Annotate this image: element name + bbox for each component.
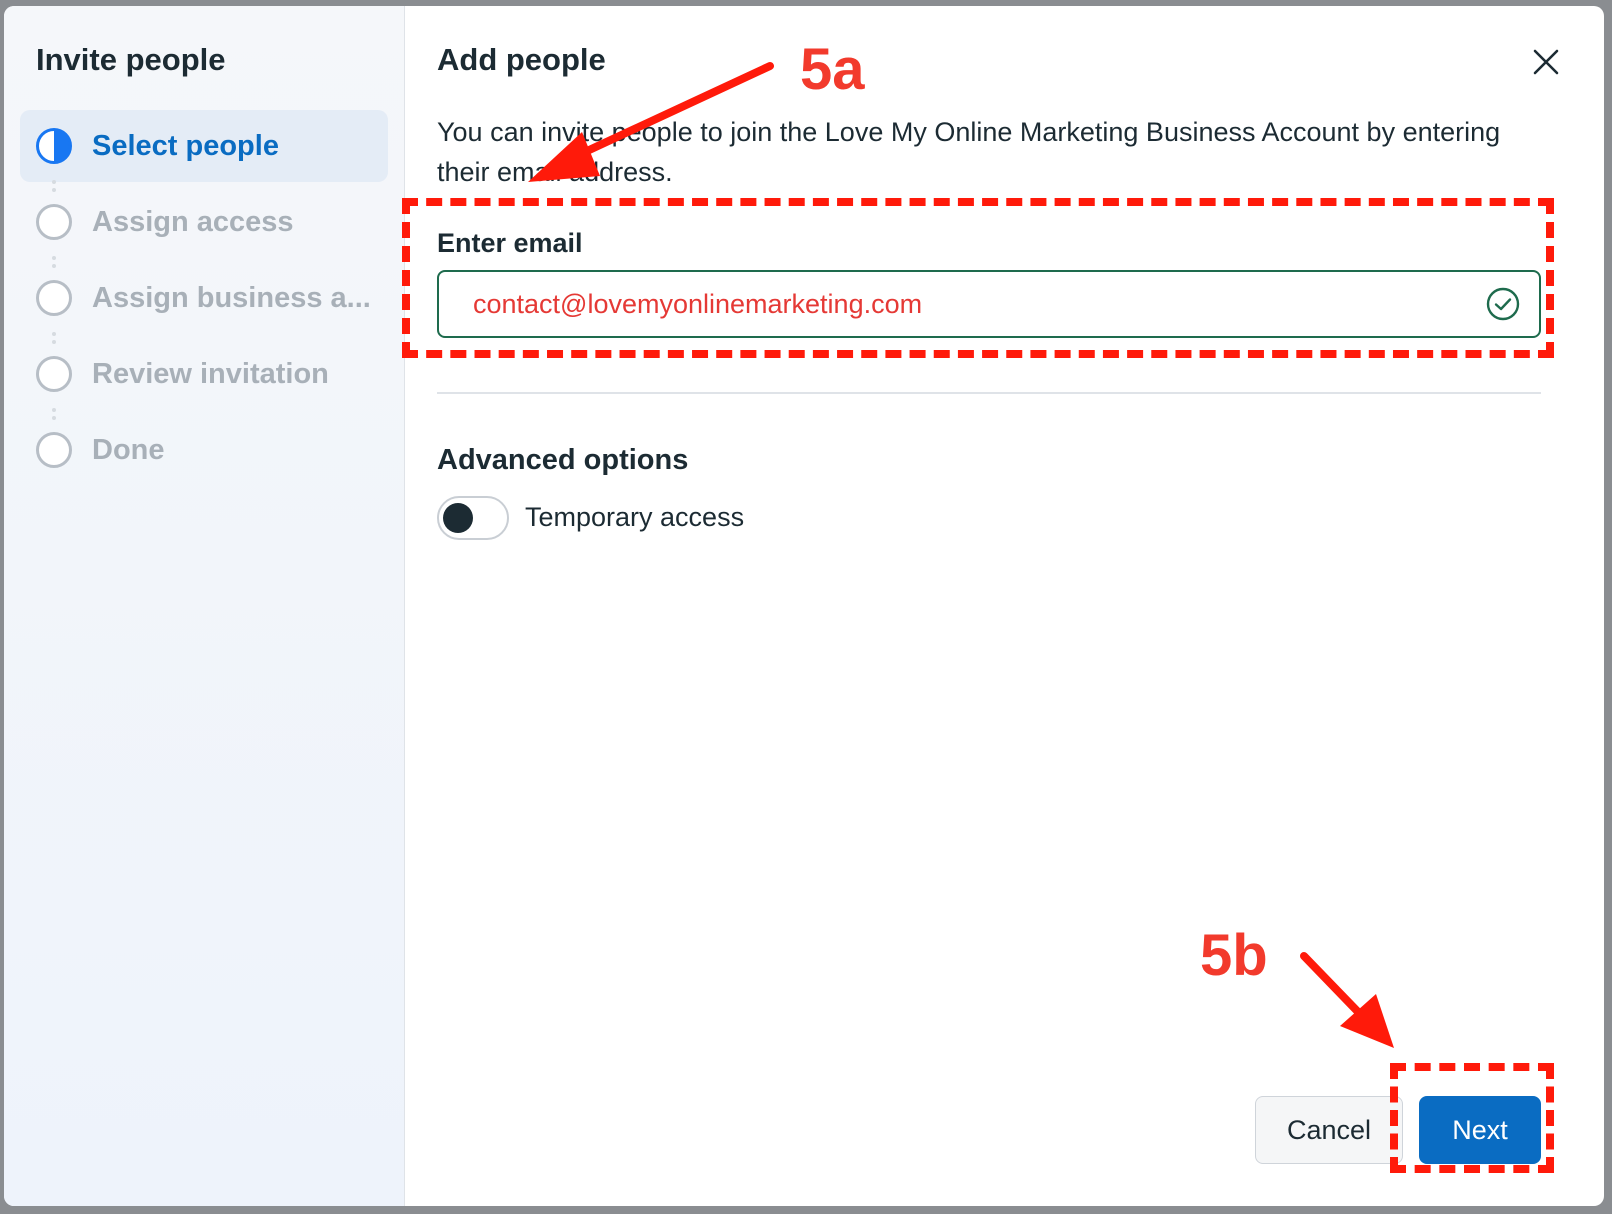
step-review-invitation[interactable]: Review invitation (20, 338, 388, 420)
next-button[interactable]: Next (1419, 1096, 1541, 1164)
invite-people-dialog: Invite people Select people Assign acces… (4, 6, 1604, 1206)
step-circle-icon (36, 280, 72, 316)
step-select-people[interactable]: Select people (20, 110, 388, 192)
main-panel: Add people You can invite people to join… (405, 6, 1604, 1206)
email-field-label: Enter email (437, 228, 583, 258)
step-circle-icon (36, 356, 72, 392)
step-label: Assign access (92, 205, 294, 238)
step-label: Review invitation (92, 357, 329, 390)
check-circle-icon (1486, 287, 1520, 321)
advanced-options-title: Advanced options (437, 444, 689, 476)
temporary-access-toggle[interactable] (437, 496, 509, 540)
cancel-button[interactable]: Cancel (1255, 1096, 1403, 1164)
annotation-label-5b: 5b (1200, 923, 1268, 988)
dialog-title: Add people (437, 42, 606, 77)
annotation-label-5a: 5a (800, 37, 865, 102)
sidebar-title: Invite people (36, 42, 226, 77)
stepper-sidebar: Invite people Select people Assign acces… (4, 6, 405, 1206)
toggle-knob (443, 503, 473, 533)
step-assign-business-assets[interactable]: Assign business a... (20, 262, 388, 344)
backdrop (0, 1206, 1612, 1214)
dialog-description: You can invite people to join the Love M… (437, 117, 1501, 187)
step-progress-icon (36, 128, 72, 164)
email-input[interactable] (471, 287, 1485, 321)
step-label: Assign business a... (92, 281, 371, 314)
close-icon (1533, 49, 1559, 75)
step-circle-icon (36, 432, 72, 468)
section-divider (437, 392, 1541, 394)
step-label: Done (92, 433, 165, 466)
step-circle-icon (36, 204, 72, 240)
step-label: Select people (92, 129, 279, 162)
step-assign-access[interactable]: Assign access (20, 186, 388, 268)
step-list: Select people Assign access Assign busin… (20, 110, 388, 490)
temporary-access-label: Temporary access (525, 502, 745, 532)
close-button[interactable] (1528, 44, 1564, 80)
email-field (437, 270, 1541, 338)
step-done[interactable]: Done (20, 414, 388, 486)
